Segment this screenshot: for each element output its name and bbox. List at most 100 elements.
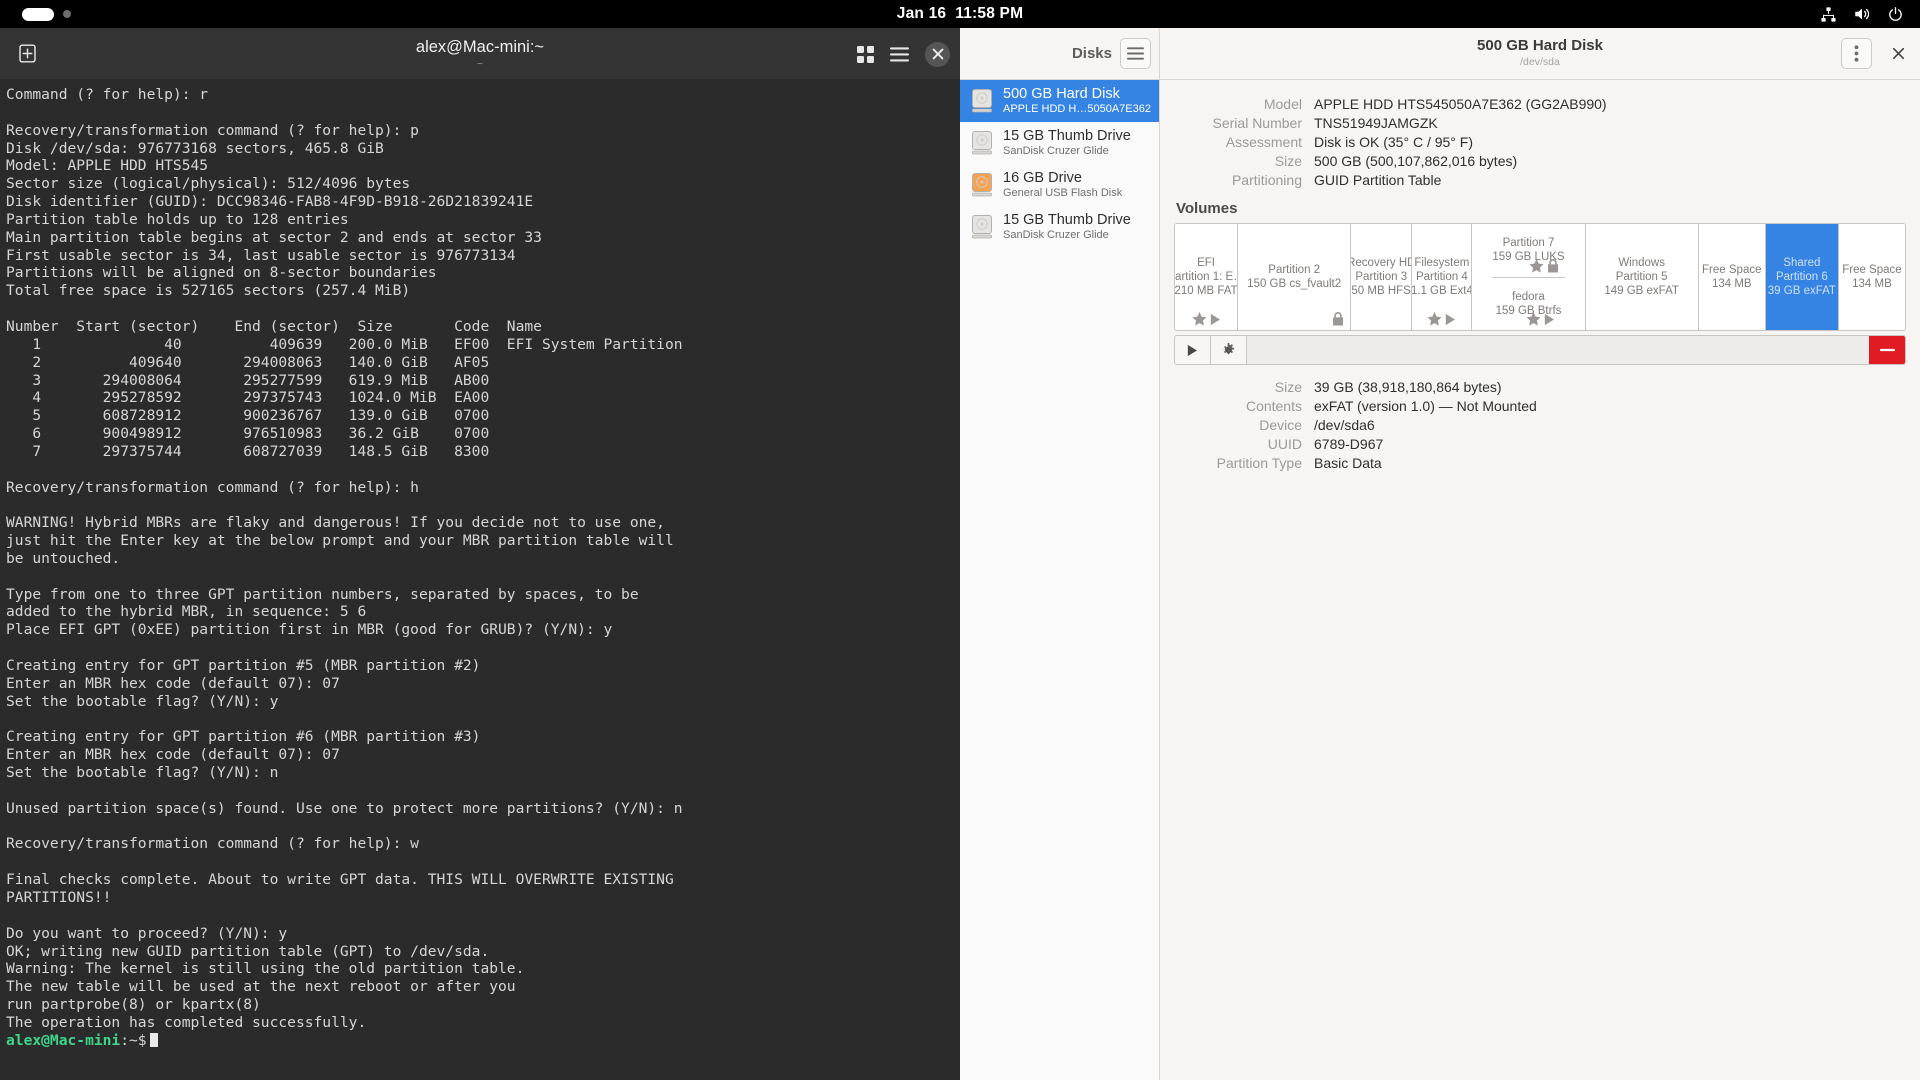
activities-pill-icon[interactable] [22, 7, 54, 21]
grid-view-icon[interactable] [857, 45, 874, 63]
terminal-line: 1 40 409639 200.0 MiB EF00 EFI System Pa… [6, 335, 683, 353]
volume-cell[interactable]: fedora 159 GB Btrfs [1495, 277, 1562, 330]
volume-cell[interactable]: EFI Partition 1: E… 210 MB FAT [1175, 224, 1239, 330]
topbar-left-indicators [0, 7, 71, 21]
disks-sidebar-header: Disks [960, 28, 1160, 79]
star-icon[interactable] [1529, 258, 1544, 273]
volume-label: Free Space [1702, 264, 1762, 276]
volume-label: 134 MB [1711, 278, 1752, 290]
volume-cell[interactable]: Free Space 134 MB [1698, 224, 1766, 330]
system-topbar: Jan 16 11:58 PM [0, 0, 1920, 28]
star-icon[interactable] [1192, 312, 1207, 326]
volume-label: Partition 7 [1502, 237, 1555, 250]
volume-cell[interactable]: Shared Partition 6 39 GB exFAT [1765, 224, 1839, 330]
volume-icon[interactable] [1853, 5, 1871, 23]
info-key: Size [1274, 379, 1302, 395]
star-icon[interactable] [1526, 312, 1541, 326]
disk-list-item-texts: 500 GB Hard Disk APPLE HDD H…5050A7E362 [1003, 86, 1151, 116]
topbar-time: 11:58 PM [955, 5, 1024, 22]
volume-label: Partition 1: E… [1175, 271, 1237, 283]
terminal-line: Set the bootable flag? (Y/N): y [6, 692, 279, 710]
volume-label: 650 MB HFS+ [1351, 285, 1411, 297]
terminal-line: Recovery/transformation command (? for h… [6, 478, 419, 496]
partition-info-table: Size 39 GB (38,918,180,864 bytes) Contents… [1174, 379, 1906, 471]
volume-bar[interactable]: EFI Partition 1: E… 210 MB FAT Partition 2 1… [1174, 223, 1906, 331]
info-key: Partition Type [1216, 455, 1302, 471]
lock-icon[interactable] [1547, 258, 1559, 273]
volume-label: 39 GB exFAT [1767, 285, 1836, 297]
volume-cell[interactable]: Free Space 134 MB [1838, 224, 1905, 330]
play-icon[interactable] [1210, 313, 1221, 326]
terminal-line: Disk /dev/sda: 976773168 sectors, 465.8 … [6, 139, 384, 157]
info-value: Disk is OK (35° C / 95° F) [1314, 134, 1474, 150]
info-value: exFAT (version 1.0) — Not Mounted [1314, 398, 1537, 414]
terminal-line: Recovery/transformation command (? for h… [6, 121, 419, 139]
terminal-line: Number Start (sector) End (sector) Size … [6, 317, 542, 335]
hamburger-menu-icon[interactable] [890, 46, 909, 62]
terminal-line: WARNING! Hybrid MBRs are flaky and dange… [6, 514, 665, 532]
volume-label: Partition 4 [1415, 271, 1468, 283]
volume-cell[interactable]: Filesystem Partition 4 1.1 GB Ext4 [1412, 224, 1473, 330]
volume-label: 150 GB cs_fvault2 [1247, 278, 1342, 290]
volume-cell[interactable]: Recovery HD Partition 3 650 MB HFS+ [1351, 224, 1413, 330]
terminal-line: Creating entry for GPT partition #5 (MBR… [6, 657, 481, 674]
lock-icon[interactable] [1332, 312, 1344, 326]
disk-list-item[interactable]: 16 GB Drive General USB Flash Disk [960, 164, 1159, 206]
power-icon[interactable] [1887, 6, 1904, 23]
disk-list-item-desc: SanDisk Cruzer Glide [1003, 144, 1109, 157]
volume-label: Shared [1783, 257, 1821, 269]
disk-list-item[interactable]: 15 GB Thumb Drive SanDisk Cruzer Glide [960, 206, 1159, 248]
info-value: GUID Partition Table [1314, 172, 1442, 188]
terminal-prompt: alex@Mac-mini:~$ [6, 1032, 960, 1050]
terminal-output[interactable]: Command (? for help): r Recovery/transfo… [0, 80, 960, 1080]
disks-close-icon[interactable] [1886, 42, 1910, 66]
play-icon[interactable] [1544, 313, 1555, 326]
new-tab-icon[interactable] [14, 39, 40, 69]
terminal-line: run partprobe(8) or kpartx(8) [6, 996, 261, 1014]
info-key: UUID [1267, 436, 1302, 452]
star-icon[interactable] [1427, 312, 1442, 326]
volume-cell[interactable]: Partition 2 150 GB cs_fvault2 [1238, 224, 1352, 330]
disk-header-title-block: 500 GB Hard Disk /dev/sda [1160, 28, 1920, 79]
topbar-date: Jan 16 [896, 5, 947, 22]
volume-settings-button[interactable] [1211, 336, 1247, 364]
play-icon[interactable] [1445, 313, 1456, 326]
volume-label: 134 MB [1852, 278, 1892, 290]
volume-cell[interactable]: Windows Partition 5 149 GB exFAT [1585, 224, 1699, 330]
terminal-line: Final checks complete. About to write GP… [6, 871, 674, 889]
disk-list-item[interactable]: 15 GB Thumb Drive SanDisk Cruzer Glide [960, 122, 1159, 164]
delete-volume-button[interactable] [1869, 336, 1905, 364]
network-icon[interactable] [1820, 6, 1837, 23]
disk-list-item[interactable]: 500 GB Hard Disk APPLE HDD H…5050A7E362 [960, 80, 1159, 122]
volume-cell[interactable]: Partition 7 159 GB LUKS [1492, 224, 1565, 278]
workspace-dot-icon[interactable] [63, 10, 71, 18]
terminal-line: Command (? for help): r [6, 86, 209, 103]
terminal-line: Do you want to proceed? (Y/N): y [6, 924, 288, 942]
volume-icon-group [1529, 258, 1559, 273]
disk-header-device: /dev/sda [1520, 56, 1560, 69]
terminal-line: Partitions will be aligned on 8-sector b… [6, 264, 437, 282]
disk-info-table: Model APPLE HDD HTS545050A7E362 (GG2AB990… [1174, 96, 1906, 188]
close-icon[interactable] [925, 41, 950, 67]
mount-volume-button[interactable] [1175, 336, 1211, 364]
volume-label: Filesystem [1414, 257, 1470, 269]
hard-disk-icon [970, 214, 994, 240]
disk-options-button[interactable] [1841, 38, 1872, 69]
terminal-line: 7 297375744 608727039 148.5 GiB 8300 [6, 442, 490, 460]
disk-header-title: 500 GB Hard Disk [1477, 37, 1603, 55]
terminal-line: Model: APPLE HDD HTS545 [6, 157, 209, 175]
info-value: TNS51949JAMGZK [1314, 115, 1438, 131]
volume-toolbar-spacer [1247, 336, 1869, 364]
terminal-line: The new table will be used at the next r… [6, 978, 516, 996]
topbar-clock[interactable]: Jan 16 11:58 PM [0, 0, 1920, 28]
disks-device-list[interactable]: 500 GB Hard Disk APPLE HDD H…5050A7E362 15… [960, 80, 1160, 1080]
disks-menu-button[interactable] [1120, 38, 1151, 69]
info-value: 39 GB (38,918,180,864 bytes) [1314, 379, 1502, 395]
terminal-line: be untouched. [6, 549, 121, 567]
info-value: 500 GB (500,107,862,016 bytes) [1314, 153, 1518, 169]
disks-body: 500 GB Hard Disk APPLE HDD H…5050A7E362 15… [960, 80, 1920, 1080]
